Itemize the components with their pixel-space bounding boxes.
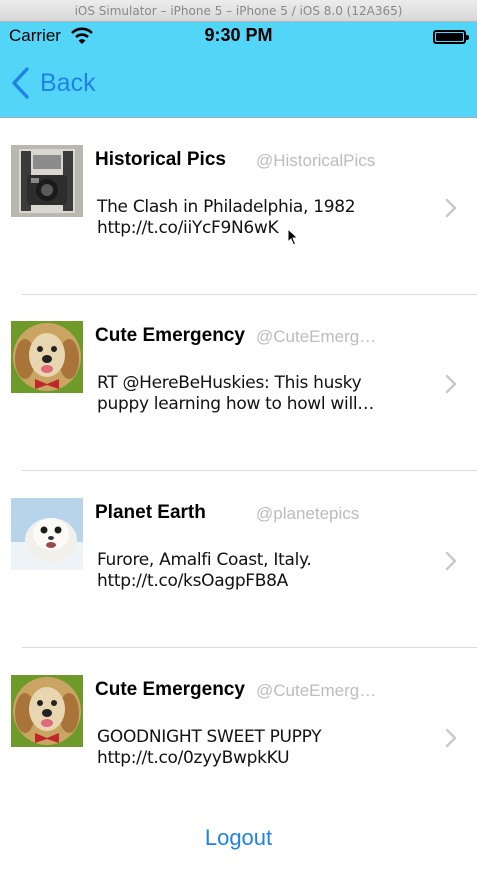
- status-bar: Carrier 9:30 PM: [0, 22, 477, 50]
- simulator-title-bar: iOS Simulator – iPhone 5 – iPhone 5 / iO…: [0, 0, 477, 22]
- avatar: [11, 498, 83, 570]
- tweet-author-name: Historical Pics: [95, 149, 226, 170]
- tweet-author-name: Planet Earth: [95, 502, 206, 523]
- logout-button[interactable]: Logout: [0, 825, 477, 851]
- chevron-right-icon: [445, 551, 457, 571]
- tweet-author-name: Cute Emergency: [95, 325, 245, 346]
- camera-photo-icon: [11, 145, 83, 217]
- navigation-bar: Back: [0, 50, 477, 118]
- tweet-author-handle: @planetepics: [256, 504, 360, 523]
- puppy-photo-icon: [11, 675, 83, 747]
- tweet-author-name: Cute Emergency: [95, 679, 245, 700]
- tweet-author-handle: @CuteEmergency: [256, 327, 382, 346]
- back-label: Back: [40, 68, 96, 97]
- tweet-row[interactable]: Cute Emergency @CuteEmergency RT @HereBe…: [0, 295, 477, 471]
- seal-photo-icon: [11, 498, 83, 570]
- tweet-text: RT @HereBeHuskies: This husky puppy lear…: [97, 373, 375, 414]
- simulator-title: iOS Simulator – iPhone 5 – iPhone 5 / iO…: [74, 4, 403, 18]
- avatar: [11, 675, 83, 747]
- row-divider: [22, 470, 477, 471]
- tweet-row[interactable]: Cute Emergency @CuteEmergency GOODNIGHT …: [0, 649, 477, 825]
- battery-icon: [433, 30, 469, 44]
- chevron-right-icon: [445, 374, 457, 394]
- mouse-pointer-icon: [287, 228, 299, 246]
- back-button[interactable]: Back: [10, 65, 96, 101]
- row-divider: [22, 647, 477, 648]
- puppy-photo-icon: [11, 321, 83, 393]
- avatar: [11, 321, 83, 393]
- chevron-left-icon: [12, 67, 29, 99]
- tweet-author-handle: @CuteEmergency: [256, 681, 382, 700]
- avatar: [11, 145, 83, 217]
- tweet-text: The Clash in Philadelphia, 1982 http://t…: [97, 197, 356, 238]
- tweet-row[interactable]: Historical Pics @HistoricalPics The Clas…: [0, 119, 477, 295]
- tweet-text: GOODNIGHT SWEET PUPPY http://t.co/0zyyBw…: [97, 727, 322, 768]
- tweet-row[interactable]: Planet Earth @planetepics Furore, Amalfi…: [0, 472, 477, 648]
- chevron-right-icon: [445, 728, 457, 748]
- status-time: 9:30 PM: [204, 25, 273, 45]
- chevron-right-icon: [445, 198, 457, 218]
- tweet-text: Furore, Amalfi Coast, Italy. http://t.co…: [97, 550, 312, 591]
- tweet-author-handle: @HistoricalPics: [256, 151, 376, 170]
